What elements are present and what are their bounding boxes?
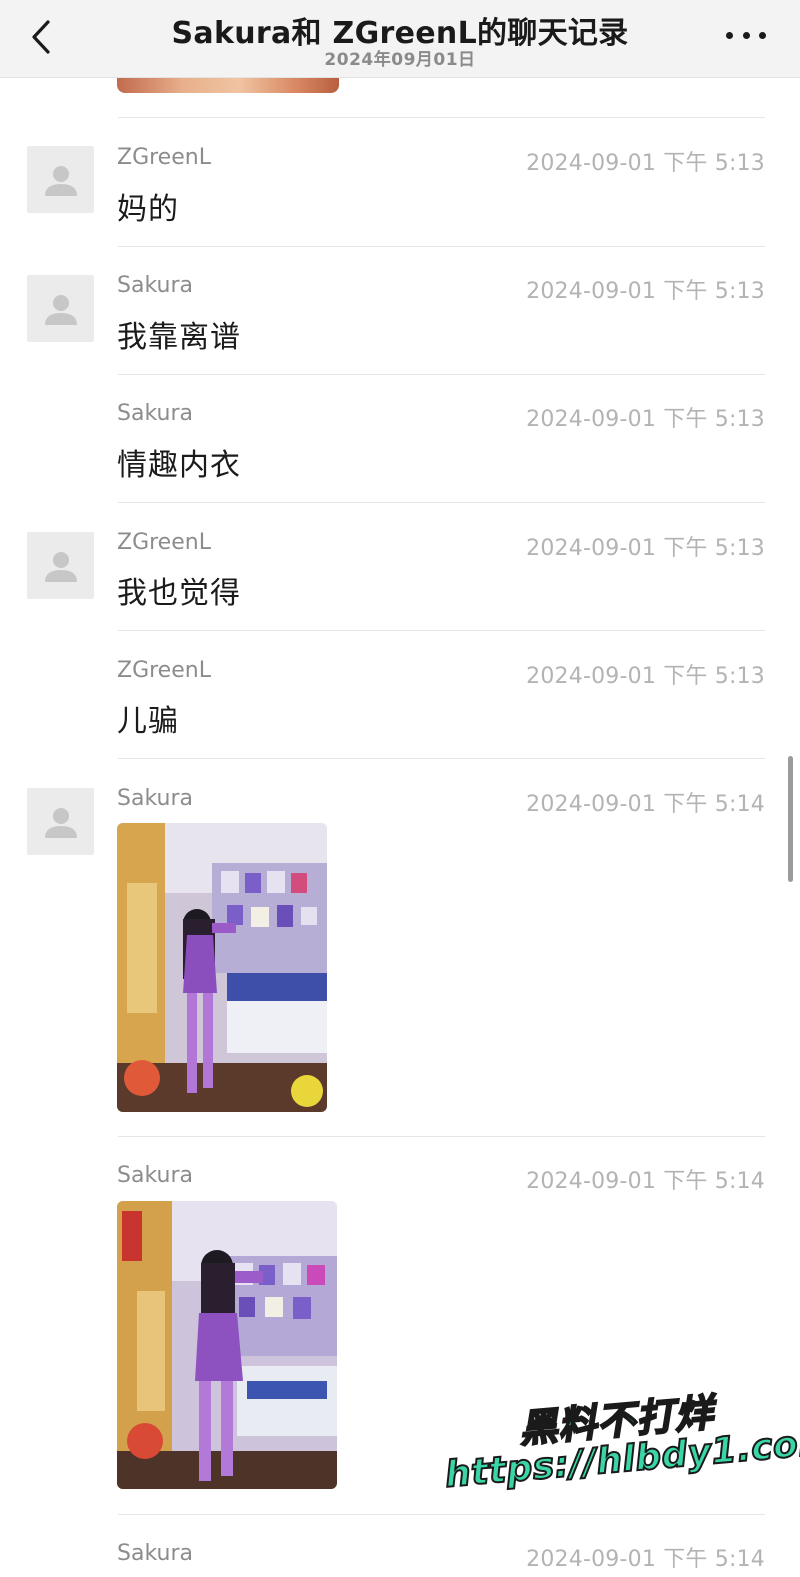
sender-name: ZGreenL — [117, 145, 211, 170]
avatar[interactable] — [27, 146, 94, 213]
message-time: 2024-09-01 下午 5:13 — [526, 407, 765, 432]
message-divider — [118, 374, 765, 375]
message-divider — [118, 758, 765, 759]
sender-name: Sakura — [117, 1163, 193, 1188]
message-text[interactable]: 情趣内衣 — [117, 440, 241, 484]
user-icon — [44, 165, 77, 196]
sender-name: ZGreenL — [117, 530, 211, 555]
message-time: 2024-09-01 下午 5:13 — [526, 536, 765, 561]
message-divider — [118, 117, 765, 118]
avatar[interactable] — [27, 788, 94, 855]
message-divider — [118, 1136, 765, 1137]
message-text[interactable]: 儿骗 — [117, 696, 179, 740]
user-icon — [44, 807, 77, 838]
message-time: 2024-09-01 下午 5:13 — [526, 279, 765, 304]
message-image[interactable] — [117, 823, 327, 1112]
message-time: 2024-09-01 下午 5:14 — [526, 1547, 765, 1572]
sender-name: Sakura — [117, 786, 193, 811]
watermark-overlay: 黑料不打烊 https://hlbdy1.com — [425, 1374, 800, 1536]
message-divider — [118, 246, 765, 247]
avatar[interactable] — [27, 275, 94, 342]
user-icon — [44, 294, 77, 325]
page-date: 2024年09月01日 — [324, 50, 476, 70]
message-divider — [118, 630, 765, 631]
message-time: 2024-09-01 下午 5:13 — [526, 664, 765, 689]
sender-name: Sakura — [117, 401, 193, 426]
message-text[interactable]: 我靠离谱 — [117, 312, 241, 356]
sender-name: Sakura — [117, 1541, 193, 1566]
sender-name: Sakura — [117, 273, 193, 298]
message-divider — [118, 502, 765, 503]
message-time: 2024-09-01 下午 5:14 — [526, 792, 765, 817]
user-icon — [44, 551, 77, 582]
scrollbar[interactable] — [788, 756, 793, 882]
more-dots-icon[interactable] — [726, 20, 766, 50]
avatar[interactable] — [27, 532, 94, 599]
message-text[interactable]: 我也觉得 — [117, 568, 241, 612]
chat-history-header: Sakura和 ZGreenL的聊天记录 2024年09月01日 — [0, 0, 800, 78]
message-time: 2024-09-01 下午 5:14 — [526, 1169, 765, 1194]
message-time: 2024-09-01 下午 5:13 — [526, 151, 765, 176]
message-image[interactable] — [117, 1201, 337, 1489]
sender-name: ZGreenL — [117, 658, 211, 683]
message-text[interactable]: 妈的 — [117, 184, 179, 228]
